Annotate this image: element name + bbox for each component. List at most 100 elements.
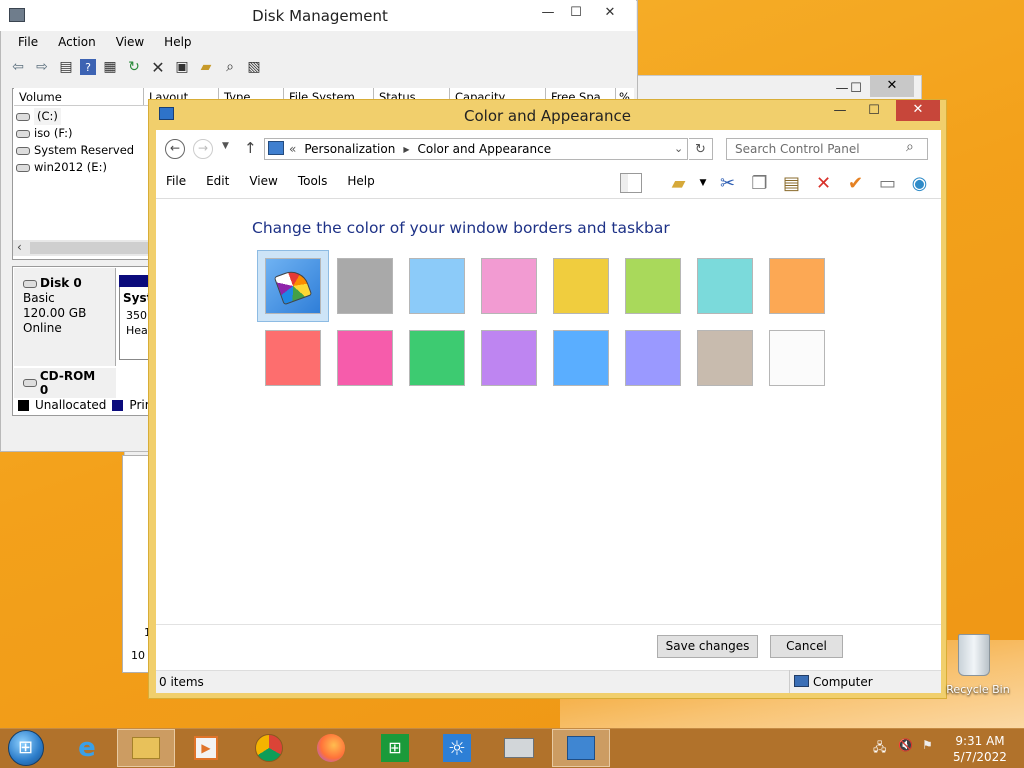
taskbar-chrome[interactable] xyxy=(240,729,298,767)
taskbar-ie[interactable]: e xyxy=(58,729,116,767)
taskbar-control-app[interactable]: ☼ xyxy=(428,729,486,767)
automatic-color-swatch[interactable] xyxy=(265,258,321,314)
breadcrumb-color-appearance[interactable]: Color and Appearance xyxy=(417,142,551,156)
delete-icon[interactable]: ✕ xyxy=(811,171,836,196)
color-swatch[interactable] xyxy=(409,330,465,386)
open-folder-icon[interactable]: ▰ xyxy=(196,57,216,77)
cp-menu-file[interactable]: File xyxy=(156,172,196,192)
save-changes-button[interactable]: Save changes xyxy=(657,635,758,658)
background-window-panel xyxy=(122,455,150,673)
color-swatch[interactable] xyxy=(481,330,537,386)
wizard-icon[interactable]: ▧ xyxy=(244,57,264,77)
properties-icon[interactable]: ▦ xyxy=(100,57,120,77)
scrollbar-thumb[interactable] xyxy=(30,242,148,254)
up-arrow-icon[interactable]: ↑ xyxy=(244,139,257,157)
cp-menu-edit[interactable]: Edit xyxy=(196,172,239,192)
volume-row[interactable]: (C:) xyxy=(16,108,61,125)
color-swatch[interactable] xyxy=(625,258,681,314)
taskbar-firefox[interactable] xyxy=(302,729,360,767)
color-swatch[interactable] xyxy=(337,330,393,386)
color-swatch[interactable] xyxy=(553,258,609,314)
folder-options-dropdown-icon[interactable]: ▼ xyxy=(698,171,708,196)
cp-close-button[interactable]: ✕ xyxy=(896,100,940,121)
address-dropdown-icon[interactable]: ⌄ xyxy=(674,142,683,155)
dm-maximize-button[interactable]: ☐ xyxy=(562,3,590,23)
color-swatch[interactable] xyxy=(769,258,825,314)
cdrom-label[interactable]: CD-ROM 0 xyxy=(14,368,116,398)
cp-menu-help[interactable]: Help xyxy=(337,172,384,192)
taskbar-file-explorer[interactable] xyxy=(117,729,175,767)
toolbar-divider xyxy=(156,198,941,199)
cp-minimize-button[interactable]: — xyxy=(826,101,854,121)
partition-legend: Unallocated Prima xyxy=(18,398,164,412)
volume-row[interactable]: win2012 (E:) xyxy=(16,159,107,176)
back-button[interactable]: ← xyxy=(165,139,185,159)
delete-icon[interactable]: ✕ xyxy=(148,57,168,77)
taskbar-media-player[interactable]: ▶ xyxy=(177,729,235,767)
paste-icon[interactable]: ▤ xyxy=(779,171,804,196)
taskbar-control-panel[interactable] xyxy=(552,729,610,767)
console-tree-icon[interactable]: ▤ xyxy=(56,57,76,77)
color-swatch[interactable] xyxy=(625,330,681,386)
cut-icon[interactable]: ✂ xyxy=(715,171,740,196)
recycle-bin-label[interactable]: Recycle Bin xyxy=(945,683,1011,696)
search-icon[interactable]: ⌕ xyxy=(220,57,240,77)
primary-swatch xyxy=(112,399,124,411)
refresh-button[interactable]: ↻ xyxy=(689,138,713,160)
scroll-left-arrow-icon[interactable]: ‹ xyxy=(17,240,22,254)
color-swatch[interactable] xyxy=(697,330,753,386)
cp-menu-tools[interactable]: Tools xyxy=(288,172,338,192)
recycle-bin-icon[interactable] xyxy=(958,634,990,676)
action-center-icon[interactable]: ⚑ xyxy=(922,738,933,752)
disk0-label[interactable]: Disk 0 Basic 120.00 GB Online xyxy=(14,268,116,366)
layout-pane-icon[interactable] xyxy=(620,173,642,193)
bg-close-button[interactable]: ✕ xyxy=(870,76,914,97)
taskbar-disk-management[interactable] xyxy=(490,729,548,767)
footer-divider xyxy=(156,624,941,625)
page-heading: Change the color of your window borders … xyxy=(252,219,670,237)
forward-arrow-icon[interactable]: ⇨ xyxy=(32,57,52,77)
folder-options-icon[interactable]: ▰ xyxy=(666,171,691,196)
volume-row[interactable]: iso (F:) xyxy=(16,125,72,142)
cp-menu-view[interactable]: View xyxy=(239,172,287,192)
dm-menu-help[interactable]: Help xyxy=(154,33,201,51)
color-swatch[interactable] xyxy=(409,258,465,314)
recent-pages-chevron-icon[interactable]: ▼ xyxy=(222,141,229,151)
clock-date: 5/7/2022 xyxy=(953,750,1007,764)
network-icon[interactable]: 🖧 xyxy=(873,738,886,759)
properties-card-icon[interactable]: ▭ xyxy=(875,171,900,196)
dm-menu-file[interactable]: File xyxy=(8,33,48,51)
dm-menu-action[interactable]: Action xyxy=(48,33,106,51)
checkmark-icon[interactable]: ✔ xyxy=(843,171,868,196)
color-swatch[interactable] xyxy=(769,330,825,386)
breadcrumb-personalization[interactable]: Personalization xyxy=(304,142,395,156)
search-icon[interactable]: ⌕ xyxy=(906,139,914,155)
address-bar[interactable]: « Personalization ▶ Color and Appearance xyxy=(264,138,688,160)
forward-button[interactable]: → xyxy=(193,139,213,159)
back-arrow-icon[interactable]: ⇦ xyxy=(8,57,28,77)
volume-row[interactable]: System Reserved xyxy=(16,142,134,159)
dm-close-button[interactable]: ✕ xyxy=(596,3,624,23)
settings-icon[interactable]: ▣ xyxy=(172,57,192,77)
color-swatch[interactable] xyxy=(553,330,609,386)
bg-maximize-button[interactable]: ☐ xyxy=(842,79,870,99)
copy-icon[interactable]: ❐ xyxy=(747,171,772,196)
dm-minimize-button[interactable]: — xyxy=(534,3,562,23)
col-volume-header[interactable]: Volume xyxy=(14,88,144,105)
drive-icon xyxy=(16,129,30,138)
help-icon[interactable]: ? xyxy=(80,59,96,75)
taskbar-clock[interactable]: 9:31 AM 5/7/2022 xyxy=(951,733,1009,765)
search-input[interactable]: Search Control Panel xyxy=(726,138,928,160)
taskbar-store[interactable]: ⊞ xyxy=(366,729,424,767)
refresh-icon[interactable]: ↻ xyxy=(124,57,144,77)
cancel-button[interactable]: Cancel xyxy=(770,635,843,658)
cp-maximize-button[interactable]: ☐ xyxy=(860,101,888,121)
color-swatch[interactable] xyxy=(337,258,393,314)
volume-muted-icon[interactable]: 🔇 xyxy=(898,738,913,752)
dm-menu-view[interactable]: View xyxy=(106,33,154,51)
disk-management-menubar: File Action View Help xyxy=(8,33,202,51)
color-swatch[interactable] xyxy=(265,330,321,386)
color-swatch[interactable] xyxy=(481,258,537,314)
globe-icon[interactable]: ◉ xyxy=(907,171,932,196)
color-swatch[interactable] xyxy=(697,258,753,314)
